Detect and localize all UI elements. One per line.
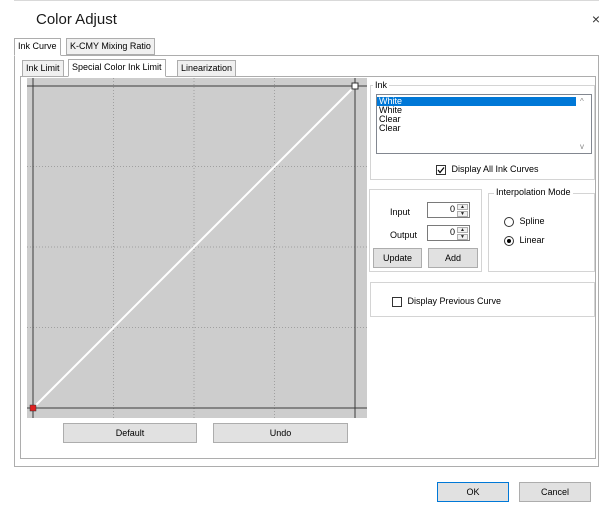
close-button[interactable]: × [589, 11, 603, 27]
curve-chart[interactable] [27, 78, 367, 418]
add-button[interactable]: Add [428, 248, 478, 268]
input-label: Input [390, 207, 411, 217]
display-previous-curve-label: Display Previous Curve [407, 296, 502, 306]
ink-list-item[interactable]: White [377, 97, 576, 106]
scroll-up-icon[interactable]: ^ [580, 97, 584, 106]
output-stepper[interactable]: 0 ▲ ▼ [427, 225, 470, 241]
ink-list-scrollbar[interactable]: ^ v [576, 95, 591, 153]
linear-label: Linear [519, 235, 545, 245]
linear-radio[interactable] [504, 235, 514, 246]
curve-point-marker [351, 82, 359, 90]
input-stepper[interactable]: 0 ▲ ▼ [427, 202, 470, 218]
ink-listbox[interactable]: White White Clear Clear ^ v [376, 94, 592, 154]
undo-button[interactable]: Undo [213, 423, 348, 443]
dialog-title: Color Adjust [36, 11, 117, 28]
tab-ink-limit[interactable]: Ink Limit [22, 60, 64, 77]
window-top-border [14, 0, 599, 1]
interpolation-mode-label: Interpolation Mode [494, 187, 573, 197]
scroll-down-icon[interactable]: v [580, 142, 584, 151]
interpolation-mode-group [488, 193, 595, 272]
input-value: 0 [449, 204, 455, 214]
cancel-button[interactable]: Cancel [519, 482, 591, 502]
ok-button[interactable]: OK [437, 482, 509, 502]
output-label: Output [390, 230, 418, 240]
default-button[interactable]: Default [63, 423, 197, 443]
display-all-ink-curves-checkbox[interactable] [436, 164, 446, 175]
curve-chart-svg[interactable] [27, 78, 367, 418]
display-all-ink-curves-row[interactable]: Display All Ink Curves [436, 164, 539, 175]
display-previous-curve-row[interactable]: Display Previous Curve [392, 296, 501, 307]
spline-label: Spline [519, 216, 545, 226]
linear-option[interactable]: Linear [504, 235, 545, 246]
ink-list-item[interactable]: Clear [377, 124, 591, 133]
tab-special-color-ink-limit[interactable]: Special Color Ink Limit [68, 59, 166, 77]
spline-option[interactable]: Spline [504, 216, 545, 227]
tab-ink-curve[interactable]: Ink Curve [14, 38, 61, 56]
output-down-icon[interactable]: ▼ [457, 234, 468, 240]
display-all-ink-curves-label: Display All Ink Curves [451, 164, 539, 174]
output-up-icon[interactable]: ▲ [457, 227, 468, 233]
ink-list-item[interactable]: White [377, 106, 591, 115]
curve-point-marker [29, 404, 37, 412]
tab-linearization[interactable]: Linearization [177, 60, 237, 77]
input-down-icon[interactable]: ▼ [457, 211, 468, 217]
spline-radio[interactable] [504, 216, 514, 227]
input-up-icon[interactable]: ▲ [457, 204, 468, 210]
display-previous-curve-checkbox[interactable] [392, 296, 402, 307]
ink-list-item[interactable]: Clear [377, 115, 591, 124]
radio-selected-dot [507, 238, 511, 243]
checkmark-icon [437, 166, 445, 174]
output-value: 0 [449, 227, 455, 237]
update-button[interactable]: Update [373, 248, 422, 268]
tab-k-cmy-mixing-ratio[interactable]: K-CMY Mixing Ratio [66, 38, 155, 55]
ink-group-label: Ink [373, 80, 390, 90]
